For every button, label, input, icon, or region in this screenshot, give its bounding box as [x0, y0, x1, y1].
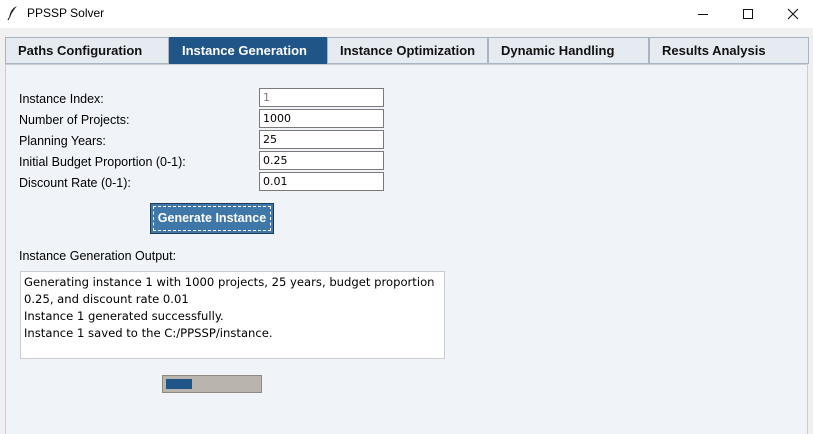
minimize-button[interactable] — [680, 0, 726, 28]
tab-bar: Paths Configuration Instance Generation … — [5, 37, 809, 66]
tab-paths-configuration[interactable]: Paths Configuration — [5, 37, 169, 64]
instance-index-input[interactable]: 1 — [259, 88, 384, 107]
maximize-button[interactable] — [725, 0, 771, 28]
title-bar: PPSSP Solver — [0, 0, 813, 28]
tab-results-analysis[interactable]: Results Analysis — [649, 37, 809, 64]
number-of-projects-input[interactable]: 1000 — [259, 109, 384, 128]
window-title: PPSSP Solver — [27, 6, 105, 20]
feather-pen-icon — [6, 5, 20, 21]
progress-fill — [166, 379, 192, 389]
planning-years-input[interactable]: 25 — [259, 130, 384, 149]
discount-rate-label: Discount Rate (0-1): — [19, 176, 131, 190]
initial-budget-proportion-input[interactable]: 0.25 — [259, 151, 384, 170]
generate-instance-button[interactable]: Generate Instance — [150, 203, 274, 234]
instance-index-label: Instance Index: — [19, 92, 104, 106]
tab-dynamic-handling[interactable]: Dynamic Handling — [488, 37, 649, 64]
discount-rate-input[interactable]: 0.01 — [259, 172, 384, 191]
planning-years-label: Planning Years: — [19, 134, 106, 148]
progress-bar — [162, 375, 262, 393]
tab-instance-optimization[interactable]: Instance Optimization — [327, 37, 488, 64]
close-button[interactable] — [770, 0, 813, 28]
output-label: Instance Generation Output: — [19, 249, 177, 263]
close-icon — [787, 8, 799, 20]
minimize-icon — [698, 14, 708, 15]
tab-instance-generation[interactable]: Instance Generation — [169, 37, 327, 66]
output-textbox[interactable]: Generating instance 1 with 1000 projects… — [20, 271, 445, 359]
number-of-projects-label: Number of Projects: — [19, 113, 130, 127]
initial-budget-proportion-label: Initial Budget Proportion (0-1): — [19, 155, 186, 169]
maximize-icon — [743, 9, 753, 19]
